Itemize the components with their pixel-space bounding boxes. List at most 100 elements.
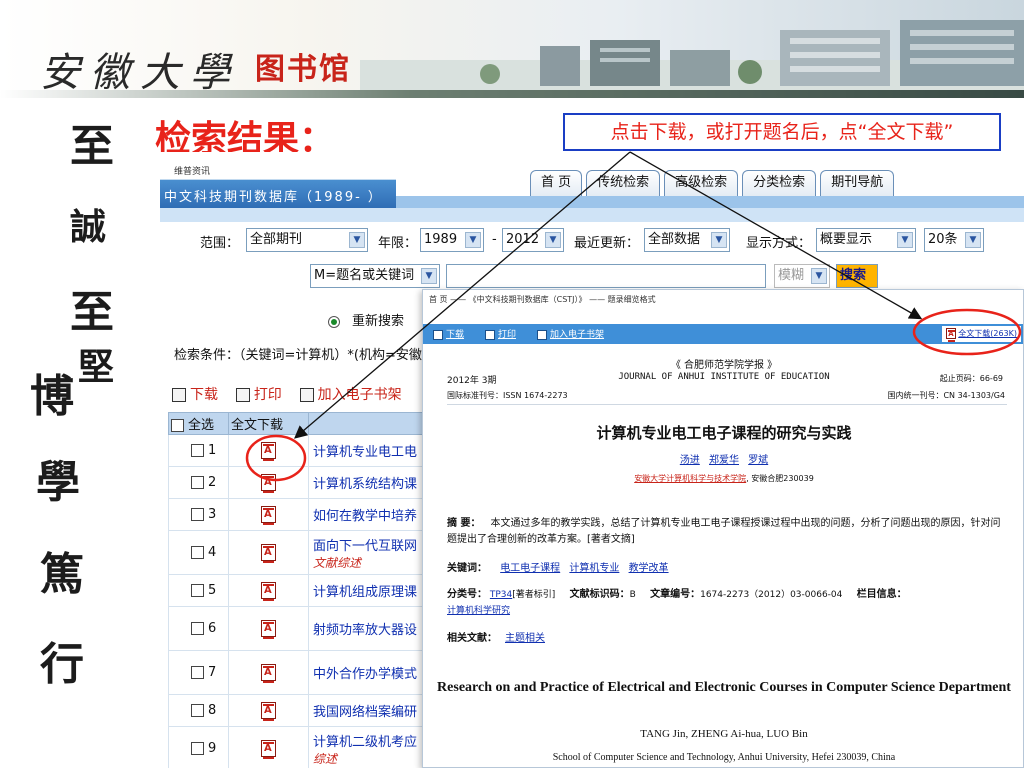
- tab-traditional-search[interactable]: 传统检索: [586, 170, 661, 196]
- tab-advanced-search[interactable]: 高级检索: [664, 170, 739, 196]
- row-checkbox[interactable]: 8: [168, 694, 229, 727]
- pdf-download[interactable]: [228, 650, 309, 695]
- class-link[interactable]: TP34: [490, 590, 512, 600]
- row-title-text: 计算机二级机考应: [313, 734, 418, 750]
- print-action[interactable]: 打印: [235, 387, 282, 403]
- row-title[interactable]: 射频功率放大器设: [308, 606, 424, 651]
- motto-char: 行: [40, 639, 84, 690]
- result-actions: 下载 打印 加入电子书架: [172, 384, 402, 404]
- pdf-download[interactable]: [228, 530, 309, 575]
- checkbox-icon: [191, 584, 204, 597]
- row-checkbox[interactable]: 5: [168, 574, 229, 607]
- print-label: 打印: [253, 387, 282, 403]
- author-link[interactable]: 郑爱华: [709, 455, 739, 466]
- row-checkbox[interactable]: 1: [168, 434, 229, 467]
- table-row: 7 中外合作办学模式: [168, 650, 424, 695]
- row-checkbox[interactable]: 6: [168, 606, 229, 651]
- row-title[interactable]: 中外合作办学模式: [308, 650, 424, 695]
- results-table: 全选 全文下载 1 计算机专业电工电 2 计算机系统结构课 3: [168, 412, 424, 768]
- row-checkbox[interactable]: 4: [168, 530, 229, 575]
- pdf-icon: [261, 702, 276, 721]
- pdf-icon: [261, 442, 276, 461]
- article-print-label: 打印: [498, 330, 517, 340]
- row-title-text: 中外合作办学模式: [313, 667, 418, 682]
- display-select[interactable]: 概要显示 ▼: [816, 228, 916, 252]
- row-title[interactable]: 计算机组成原理课: [308, 574, 424, 607]
- article-download-button[interactable]: 下载: [433, 327, 464, 340]
- article-add-shelf-button[interactable]: 加入电子书架: [537, 327, 604, 340]
- row-checkbox[interactable]: 2: [168, 466, 229, 499]
- checkbox-icon: [191, 742, 204, 755]
- header-band: [160, 208, 1024, 222]
- download-action[interactable]: 下载: [172, 387, 218, 403]
- slide: 安徽大學 图书馆 至 誠 至 堅 博 學 篤 行 检索结果： 维普资讯 中文科技…: [0, 0, 1024, 768]
- database-logo: 维普资讯 中文科技期刊数据库（1989- ）: [160, 156, 396, 208]
- row-title[interactable]: 计算机专业电工电: [308, 434, 424, 467]
- row-title[interactable]: 计算机二级机考应 综述: [308, 726, 424, 768]
- row-title[interactable]: 如何在教学中培养: [308, 498, 424, 531]
- row-title[interactable]: 我国网络档案编研: [308, 694, 424, 727]
- issn: 国际标准刊号：ISSN 1674-2273: [447, 391, 568, 400]
- article-print-button[interactable]: 打印: [485, 327, 516, 340]
- pdf-download[interactable]: [228, 694, 309, 727]
- affiliation-link[interactable]: 安徽大学计算机科学与技术学院: [634, 474, 746, 483]
- row-checkbox[interactable]: 9: [168, 726, 229, 768]
- related-link[interactable]: 主题相关: [505, 633, 545, 644]
- pdf-download[interactable]: [228, 498, 309, 531]
- article-toolbar: 下载 打印 加入电子书架 全文下载(263K): [423, 324, 1023, 344]
- fulltext-download-button[interactable]: 全文下载(263K): [942, 326, 1021, 342]
- printer-icon: [235, 388, 250, 402]
- pdf-icon: [261, 506, 276, 525]
- row-checkbox[interactable]: 3: [168, 498, 229, 531]
- author-link[interactable]: 汤进: [680, 455, 700, 466]
- pdf-download[interactable]: [228, 726, 309, 768]
- row-number: 2: [208, 475, 217, 490]
- update-label: 最近更新：: [574, 236, 640, 251]
- tab-home[interactable]: 首 页: [530, 170, 583, 196]
- author-link[interactable]: 罗斌: [748, 455, 768, 466]
- scope-select[interactable]: 全部期刊 ▼: [246, 228, 368, 252]
- year-to-select[interactable]: 2012 ▼: [502, 228, 564, 252]
- select-all-header[interactable]: 全选: [168, 412, 229, 435]
- cn-number: 国内统一刊号：CN 34-1303/G4: [887, 391, 1005, 400]
- add-shelf-action[interactable]: 加入电子书架: [299, 387, 402, 403]
- year-from-select[interactable]: 1989 ▼: [420, 228, 484, 252]
- article-detail-window: 首 页 —— 《中文科技期刊数据库（CSTJ）》 —— 题录细览格式 下载 打印…: [422, 289, 1024, 768]
- search-input[interactable]: [446, 264, 766, 288]
- bookshelf-icon: [299, 388, 314, 402]
- journal-name-en: JOURNAL OF ANHUI INSTITUTE OF EDUCATION: [618, 372, 830, 382]
- tab-journal-nav[interactable]: 期刊导航: [820, 170, 895, 196]
- column-link[interactable]: 计算机科学研究: [447, 606, 510, 616]
- pdf-download[interactable]: [228, 606, 309, 651]
- search-field-select[interactable]: M=题名或关键词 ▼: [310, 264, 440, 288]
- chevron-down-icon: ▼: [965, 232, 981, 248]
- update-select[interactable]: 全部数据 ▼: [644, 228, 730, 252]
- row-title-text: 如何在教学中培养: [313, 509, 418, 524]
- keyword-link[interactable]: 电工电子课程: [500, 563, 560, 574]
- keyword-link[interactable]: 教学改革: [629, 563, 669, 574]
- year-to-value: 2012: [506, 232, 540, 247]
- row-title[interactable]: 面向下一代互联网 文献综述: [308, 530, 424, 575]
- row-checkbox[interactable]: 7: [168, 650, 229, 695]
- row-number: 4: [208, 545, 217, 560]
- count-select[interactable]: 20条 ▼: [924, 228, 984, 252]
- add-shelf-label: 加入电子书架: [317, 387, 402, 403]
- resubmit-option[interactable]: 重新搜索: [328, 310, 404, 329]
- pdf-download[interactable]: [228, 466, 309, 499]
- pdf-download[interactable]: [228, 574, 309, 607]
- match-select[interactable]: 模糊 ▼: [774, 264, 830, 288]
- keyword-link[interactable]: 计算机专业: [569, 563, 619, 574]
- row-title-text: 面向下一代互联网: [313, 538, 418, 554]
- motto-char: 學: [36, 457, 80, 508]
- doc-code-label: 文献标识码：: [569, 589, 630, 600]
- tab-category-search[interactable]: 分类检索: [742, 170, 817, 196]
- pdf-icon: [261, 582, 276, 601]
- motto-char: 篤: [40, 549, 84, 600]
- row-title[interactable]: 计算机系统结构课: [308, 466, 424, 499]
- pdf-download[interactable]: [228, 434, 309, 467]
- search-button[interactable]: 搜索: [836, 264, 878, 288]
- chevron-down-icon: ▼: [465, 232, 481, 248]
- chevron-down-icon: ▼: [711, 232, 727, 248]
- breadcrumb[interactable]: 首 页 —— 《中文科技期刊数据库（CSTJ）》 —— 题录细览格式: [429, 294, 656, 305]
- row-title-text: 射频功率放大器设: [313, 623, 418, 638]
